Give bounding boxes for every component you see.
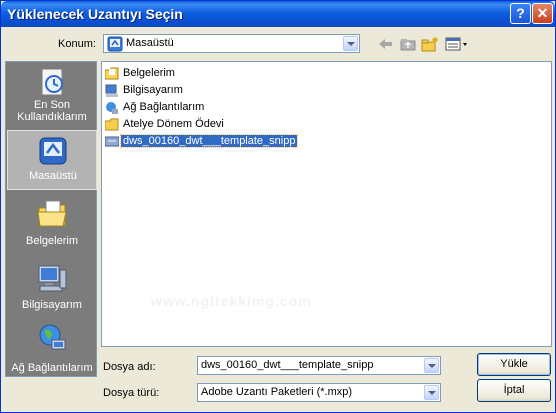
cancel-button[interactable]: İptal — [477, 379, 551, 402]
places-bar: En Son Kullandıklarım Masaüstü Belgeleri… — [5, 61, 97, 377]
filetype-dropdown[interactable]: Adobe Uzantı Paketleri (*.mxp) — [197, 383, 441, 402]
places-item-label: Ağ Bağlantılarım — [11, 362, 93, 374]
back-arrow-icon[interactable] — [377, 36, 395, 52]
my-computer-icon — [38, 265, 67, 292]
my-documents-icon — [37, 200, 67, 227]
open-button-label: Yükle — [500, 358, 528, 370]
watermark: www.ngitekkimg.com — [151, 293, 312, 309]
network-places-icon — [106, 102, 118, 114]
file-name: Ağ Bağlantılarım — [123, 101, 205, 113]
extension-file-icon — [105, 136, 119, 147]
my-computer-icon — [105, 84, 118, 97]
places-item-documents[interactable]: Belgelerim — [7, 194, 97, 254]
places-item-label: Bilgisayarım — [22, 299, 82, 311]
file-open-dialog: Yüklenecek Uzantıyı Seçin ? ✕ Konum: Mas… — [0, 0, 556, 413]
file-name: Bilgisayarım — [123, 84, 183, 96]
help-button[interactable]: ? — [510, 3, 531, 24]
places-item-recent[interactable]: En Son Kullandıklarım — [7, 62, 97, 130]
new-folder-icon[interactable] — [421, 36, 439, 52]
file-name: dws_00160_dwt___template_snipp — [119, 134, 299, 148]
filetype-value: Adobe Uzantı Paketleri (*.mxp) — [201, 386, 353, 398]
chevron-down-icon[interactable] — [424, 385, 439, 400]
recent-documents-icon — [41, 68, 63, 96]
location-value: Masaüstü — [126, 37, 174, 49]
places-item-desktop[interactable]: Masaüstü — [7, 130, 97, 190]
places-item-label: Masaüstü — [29, 170, 77, 182]
chevron-down-icon[interactable] — [424, 358, 439, 373]
location-label: Konum: — [58, 38, 96, 50]
my-documents-icon — [105, 67, 119, 80]
chevron-down-icon[interactable] — [343, 36, 358, 51]
title-bar[interactable]: Yüklenecek Uzantıyı Seçin ? ✕ — [1, 1, 555, 27]
filename-field[interactable]: dws_00160_dwt___template_snipp — [197, 356, 441, 375]
close-icon: ✕ — [536, 5, 549, 21]
file-name: Belgelerim — [123, 67, 175, 79]
views-menu-icon[interactable] — [445, 36, 469, 52]
filename-value: dws_00160_dwt___template_snipp — [201, 359, 374, 371]
filename-label: Dosya adı: — [103, 361, 156, 373]
file-name: Atelye Dönem Ödevi — [123, 118, 224, 130]
desktop-icon — [39, 137, 67, 165]
desktop-icon — [107, 36, 123, 52]
up-folder-icon[interactable] — [399, 36, 417, 52]
filetype-label: Dosya türü: — [103, 387, 160, 399]
folder-icon — [105, 118, 119, 131]
dialog-title: Yüklenecek Uzantıyı Seçin — [7, 6, 183, 22]
location-dropdown[interactable]: Masaüstü — [103, 34, 360, 53]
open-button[interactable]: Yükle — [477, 353, 551, 376]
close-button[interactable]: ✕ — [532, 3, 553, 24]
network-places-icon — [39, 324, 66, 350]
places-item-network[interactable]: Ağ Bağlantılarım — [7, 318, 97, 378]
places-item-computer[interactable]: Bilgisayarım — [7, 258, 97, 318]
help-icon: ? — [516, 5, 525, 21]
places-item-label: En Son Kullandıklarım — [17, 99, 87, 123]
places-item-label: Belgelerim — [26, 235, 78, 247]
cancel-button-label: İptal — [503, 384, 525, 396]
